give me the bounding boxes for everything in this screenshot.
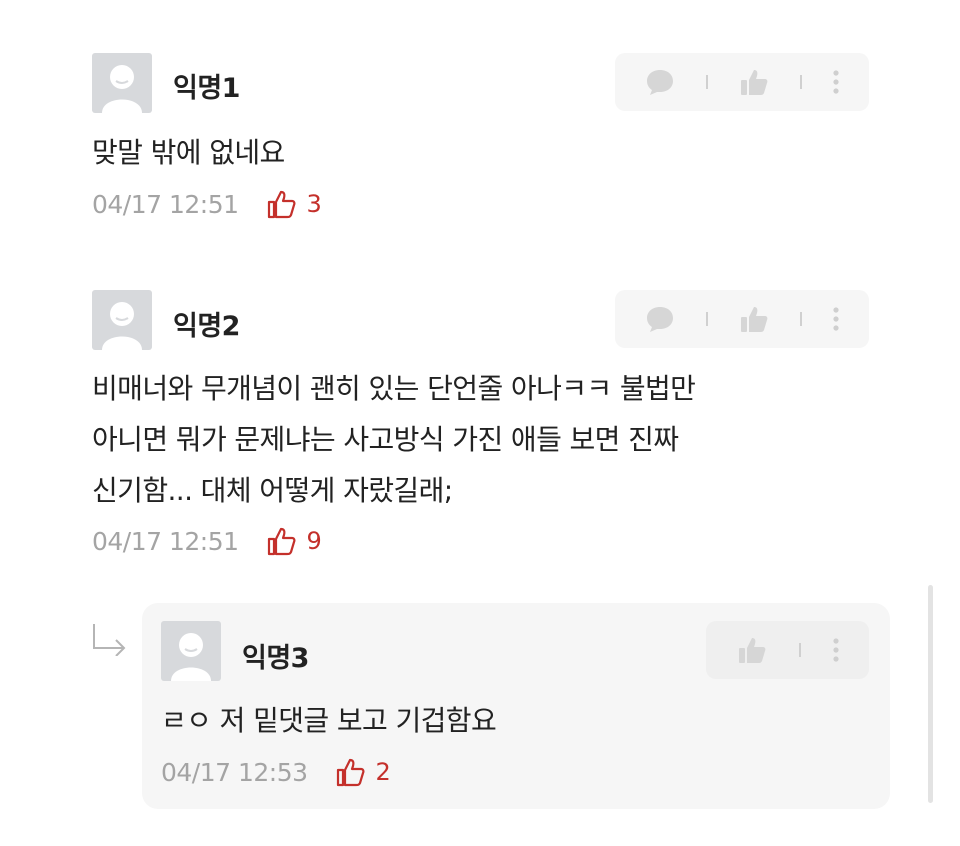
comment-line: 맞말 밖에 없네요 — [92, 136, 285, 169]
comment-meta: 04/17 12:51 3 — [92, 188, 322, 220]
like-count: 9 — [306, 527, 322, 555]
author-name[interactable]: 익명2 — [173, 304, 240, 343]
reply-actions — [706, 621, 869, 679]
reply-body: ㄹㅇ 저 밑댓글 보고 기겁함요 — [161, 695, 497, 746]
more-vertical-icon[interactable] — [832, 637, 840, 663]
author-name[interactable]: 익명1 — [173, 66, 240, 105]
comment-body: 맞말 밖에 없네요 — [92, 127, 285, 178]
comment-line: 비매너와 무개념이 괜히 있는 단언줄 아나ㅋㅋ 불법만 — [92, 372, 696, 405]
comment-icon[interactable] — [644, 67, 676, 97]
thumb-up-icon[interactable] — [738, 303, 770, 335]
author-name[interactable]: 익명3 — [242, 636, 309, 675]
like-count: 2 — [375, 758, 391, 786]
timestamp: 04/17 12:51 — [92, 189, 239, 219]
divider — [800, 312, 802, 326]
comment-line: 신기함... 대체 어떻게 자랐길래; — [92, 474, 453, 507]
avatar[interactable] — [161, 621, 221, 681]
more-vertical-icon[interactable] — [832, 306, 840, 332]
comment-meta: 04/17 12:51 9 — [92, 525, 322, 557]
divider — [800, 75, 802, 89]
like-icon[interactable] — [265, 525, 297, 557]
timestamp: 04/17 12:51 — [92, 526, 239, 556]
like-icon[interactable] — [334, 756, 366, 788]
thumb-up-icon[interactable] — [736, 634, 768, 666]
divider — [798, 643, 801, 657]
comment-line: ㄹㅇ 저 밑댓글 보고 기겁함요 — [161, 704, 497, 737]
like-icon[interactable] — [265, 188, 297, 220]
comment-icon[interactable] — [644, 304, 676, 334]
divider — [706, 75, 708, 89]
thumb-up-icon[interactable] — [738, 66, 770, 98]
comment-body: 비매너와 무개념이 괜히 있는 단언줄 아나ㅋㅋ 불법만 아니면 뭐가 문제냐는… — [92, 363, 696, 516]
reply-arrow-icon — [90, 622, 128, 660]
timestamp: 04/17 12:53 — [161, 757, 308, 787]
comment-line: 아니면 뭐가 문제냐는 사고방식 가진 애들 보면 진짜 — [92, 423, 679, 456]
avatar[interactable] — [92, 53, 152, 113]
like-count: 3 — [306, 190, 322, 218]
comment-actions — [615, 290, 869, 348]
scrollbar[interactable] — [928, 585, 933, 803]
divider — [706, 312, 708, 326]
reply-meta: 04/17 12:53 2 — [161, 756, 391, 788]
avatar[interactable] — [92, 290, 152, 350]
more-vertical-icon[interactable] — [832, 69, 840, 95]
comment-actions — [615, 53, 869, 111]
